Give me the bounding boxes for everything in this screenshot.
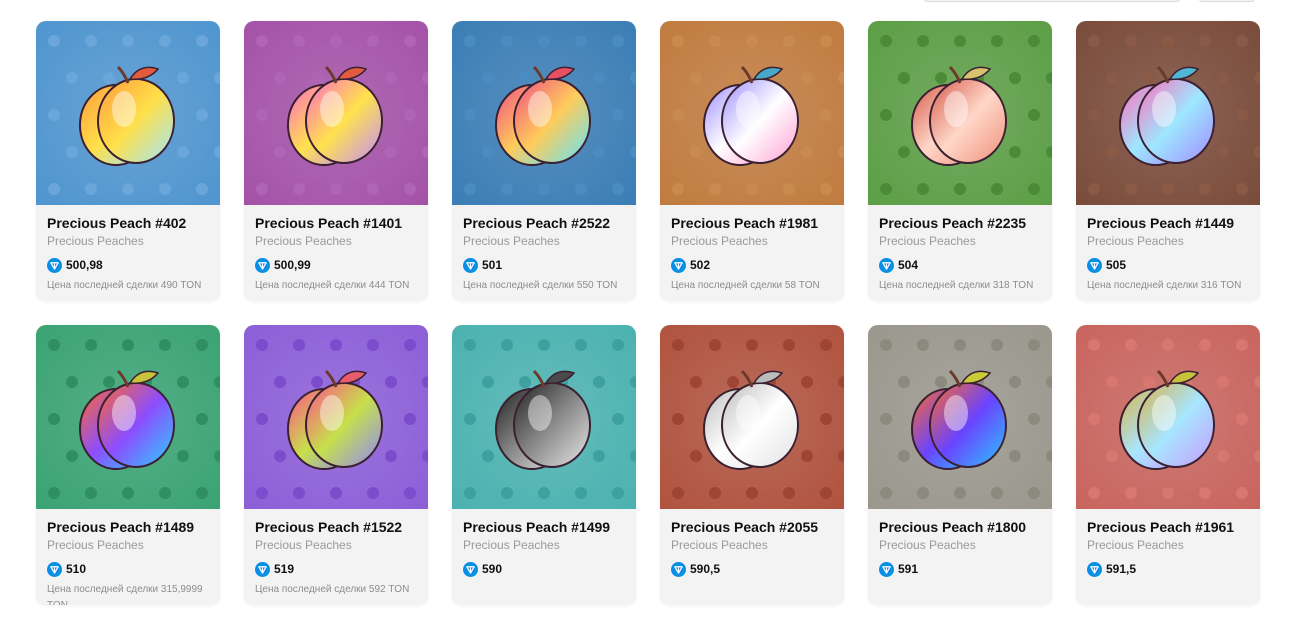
nft-card[interactable]: Precious Peach #1401 Precious Peaches 50… [244, 21, 428, 301]
ton-diamond-icon [1087, 257, 1102, 273]
nft-image [36, 21, 220, 205]
nft-title: Precious Peach #402 [47, 215, 187, 231]
nft-image [452, 21, 636, 205]
collection-name: Precious Peaches [47, 234, 144, 248]
collection-name: Precious Peaches [1087, 234, 1184, 248]
nft-image [244, 325, 428, 509]
nft-card[interactable]: Precious Peach #1499 Precious Peaches 59… [452, 325, 636, 605]
nft-image [868, 21, 1052, 205]
price-value: 590,5 [690, 562, 721, 576]
ton-diamond-icon [1087, 561, 1102, 577]
search-field-fragment[interactable] [924, 0, 1180, 2]
collection-name: Precious Peaches [255, 538, 352, 552]
nft-title: Precious Peach #1401 [255, 215, 403, 231]
price-value: 519 [274, 562, 295, 576]
price-value: 500,98 [66, 258, 103, 272]
price-value: 591 [898, 562, 919, 576]
price-value: 510 [66, 562, 87, 576]
nft-title: Precious Peach #1499 [463, 519, 611, 535]
price-value: 590 [482, 562, 503, 576]
last-sale-price: Цена последней сделки 444 TON [255, 280, 410, 291]
nft-title: Precious Peach #1489 [47, 519, 195, 535]
collection-name: Precious Peaches [463, 538, 560, 552]
nft-title: Precious Peach #1961 [1087, 519, 1235, 535]
price-value: 502 [690, 258, 711, 272]
last-sale-price: Цена последней сделки 490 TON [47, 280, 202, 291]
nft-image [660, 325, 844, 509]
nft-card[interactable]: Precious Peach #402 Precious Peaches 500… [36, 21, 220, 301]
nft-card[interactable]: Precious Peach #1522 Precious Peaches 51… [244, 325, 428, 605]
nft-image [660, 21, 844, 205]
last-sale-price: Цена последней сделки 318 TON [879, 280, 1034, 291]
last-sale-price: Цена последней сделки 592 TON [255, 584, 410, 595]
nft-image [452, 325, 636, 509]
last-sale-price: Цена последней сделки 550 TON [463, 280, 618, 291]
nft-image [244, 21, 428, 205]
ton-diamond-icon [463, 561, 478, 577]
ton-diamond-icon [671, 561, 686, 577]
last-sale-price: Цена последней сделки 316 TON [1087, 280, 1242, 291]
nft-card[interactable]: Precious Peach #2055 Precious Peaches 59… [660, 325, 844, 605]
price-value: 505 [1106, 258, 1127, 272]
nft-card[interactable]: Precious Peach #1489 Precious Peaches 51… [36, 325, 220, 605]
nft-title: Precious Peach #2055 [671, 519, 819, 535]
price-value: 591,5 [1106, 562, 1137, 576]
collection-name: Precious Peaches [671, 234, 768, 248]
collection-name: Precious Peaches [1087, 538, 1184, 552]
collection-name: Precious Peaches [879, 234, 976, 248]
nft-image [868, 325, 1052, 509]
price-value: 500,99 [274, 258, 311, 272]
ton-diamond-icon [671, 257, 686, 273]
nft-title: Precious Peach #1522 [255, 519, 403, 535]
ton-diamond-icon [463, 257, 478, 273]
nft-grid: Precious Peach #402 Precious Peaches 500… [36, 21, 1260, 605]
nft-title: Precious Peach #1981 [671, 215, 819, 231]
nft-image [1076, 325, 1260, 509]
nft-title: Precious Peach #2522 [463, 215, 611, 231]
filter-button-fragment[interactable] [1199, 0, 1255, 2]
collection-name: Precious Peaches [255, 234, 352, 248]
price-value: 501 [482, 258, 503, 272]
last-sale-price: Цена последней сделки 58 TON [671, 280, 820, 291]
ton-diamond-icon [47, 257, 62, 273]
nft-card[interactable]: Precious Peach #2522 Precious Peaches 50… [452, 21, 636, 301]
collection-name: Precious Peaches [671, 538, 768, 552]
nft-title: Precious Peach #1449 [1087, 215, 1235, 231]
collection-name: Precious Peaches [879, 538, 976, 552]
nft-card[interactable]: Precious Peach #1800 Precious Peaches 59… [868, 325, 1052, 605]
nft-title: Precious Peach #2235 [879, 215, 1027, 231]
ton-diamond-icon [255, 561, 270, 577]
ton-diamond-icon [255, 257, 270, 273]
nft-card[interactable]: Precious Peach #1981 Precious Peaches 50… [660, 21, 844, 301]
collection-name: Precious Peaches [463, 234, 560, 248]
ton-diamond-icon [879, 257, 894, 273]
collection-name: Precious Peaches [47, 538, 144, 552]
last-sale-price: Цена последней сделки 315,9999 TON [47, 584, 203, 605]
ton-diamond-icon [879, 561, 894, 577]
nft-card[interactable]: Precious Peach #1449 Precious Peaches 50… [1076, 21, 1260, 301]
nft-card[interactable]: Precious Peach #2235 Precious Peaches 50… [868, 21, 1052, 301]
nft-image [36, 325, 220, 509]
nft-title: Precious Peach #1800 [879, 519, 1027, 535]
nft-image [1076, 21, 1260, 205]
nft-card[interactable]: Precious Peach #1961 Precious Peaches 59… [1076, 325, 1260, 605]
ton-diamond-icon [47, 561, 62, 577]
price-value: 504 [898, 258, 919, 272]
